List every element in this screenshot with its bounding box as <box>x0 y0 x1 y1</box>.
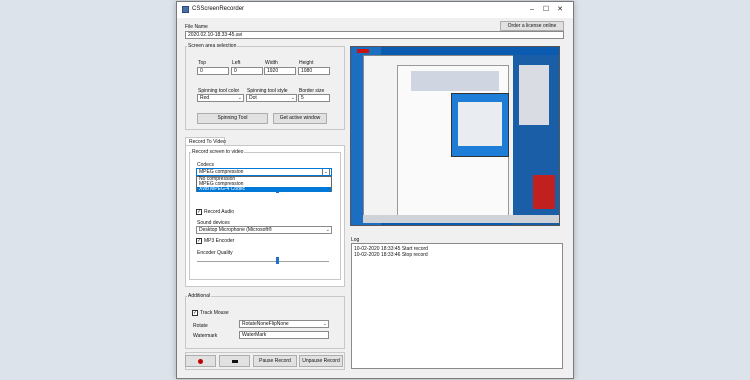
spinning-tool-label: Spinning Tool <box>217 115 248 121</box>
stop-icon <box>232 360 238 363</box>
screen-area-group-label: Screen area selection <box>187 43 238 49</box>
chevron-down-icon: ⌄ <box>322 321 327 327</box>
codec-selected-value: MPEG compression <box>199 169 244 175</box>
chevron-down-icon: ⌄ <box>237 95 242 101</box>
preview-right-area <box>513 55 559 225</box>
preview-toolbar <box>411 71 499 91</box>
chevron-down-icon[interactable]: ⌄ <box>321 169 330 175</box>
rotate-label: Rotate <box>193 323 208 329</box>
record-icon <box>198 359 203 364</box>
file-name-input[interactable]: 2020.02.10-18.33-45.avi <box>185 31 564 39</box>
top-label: Top <box>198 60 207 66</box>
sound-device-value: Desktop Microphone (Microsoft® <box>199 227 272 233</box>
minimize-button[interactable]: – <box>527 5 537 14</box>
width-label: Width <box>265 60 278 66</box>
preview-nested-window <box>458 102 502 146</box>
unpause-record-button[interactable]: Unpause Record <box>299 355 343 367</box>
log-textbox[interactable]: 10-02-2020 18:33:45 Start record 10-02-2… <box>351 243 563 369</box>
sound-devices-select[interactable]: Desktop Microphone (Microsoft® ⌄ <box>196 226 332 234</box>
encoder-quality-label: Encoder Quality <box>197 250 233 256</box>
track-mouse-checkbox[interactable]: ✓ <box>192 310 198 316</box>
screen-preview-image <box>350 46 560 226</box>
spin-style-select[interactable]: Dot ⌄ <box>246 94 297 102</box>
spinning-tool-button[interactable]: Spinning Tool <box>197 113 268 124</box>
encoder-quality-track <box>197 261 329 263</box>
encoder-quality-slider-thumb[interactable] <box>276 257 280 264</box>
left-label: Left <box>232 60 241 66</box>
window-title: CSScreenRecorder <box>192 6 245 12</box>
spin-color-select[interactable]: Red ⌄ <box>197 94 244 102</box>
top-input[interactable]: 0 <box>197 67 229 75</box>
stop-button[interactable] <box>219 355 250 367</box>
codecs-dropdown-list: No compression MPEG compression Xvid MPE… <box>196 176 332 192</box>
rotate-value: RotateNoneFlipNone <box>242 321 289 327</box>
get-active-window-button[interactable]: Get active window <box>273 113 327 124</box>
record-video-group-label: Record screen to video <box>191 149 245 155</box>
unpause-record-label: Unpause Record <box>302 358 340 364</box>
track-mouse-label: Track Mouse <box>200 310 229 316</box>
height-label: Height <box>299 60 314 66</box>
preview-nested-capture <box>451 93 509 157</box>
record-button[interactable] <box>185 355 216 367</box>
spin-color-value: Red <box>200 95 210 101</box>
chevron-down-icon: ⌄ <box>290 95 295 101</box>
codec-option-highlighted[interactable]: Xvid MPEG-4 Codec <box>197 187 331 192</box>
watermark-input[interactable]: WaterMark <box>239 331 329 339</box>
app-icon <box>182 6 189 13</box>
preview-top-bar <box>357 49 369 53</box>
preview-taskbar <box>363 215 559 223</box>
get-active-window-label: Get active window <box>279 115 321 121</box>
mp3-encoder-label: MP3 Encoder <box>204 238 235 244</box>
log-line: 10-02-2020 18:33:46 Stop record <box>354 252 428 258</box>
pause-record-button[interactable]: Pause Record <box>253 355 297 367</box>
additional-group-label: Additional <box>187 293 211 299</box>
mp3-encoder-checkbox[interactable]: ✓ <box>196 238 202 244</box>
file-name-label: File Name <box>185 24 208 30</box>
left-input[interactable]: 0 <box>231 67 263 75</box>
rotate-select[interactable]: RotateNoneFlipNone ⌄ <box>239 320 329 328</box>
chevron-down-icon: ⌄ <box>325 227 330 233</box>
spin-style-value: Dot <box>249 95 257 101</box>
watermark-label: Watermark <box>193 333 218 339</box>
order-license-label: Order a license online <box>507 23 557 29</box>
record-audio-label: Record Audio <box>204 209 235 215</box>
record-audio-checkbox[interactable]: ✓ <box>196 209 202 215</box>
pause-record-label: Pause Record <box>259 358 291 364</box>
codecs-select[interactable]: MPEG compression ⌄ <box>196 168 332 176</box>
height-input[interactable]: 1080 <box>298 67 330 75</box>
border-size-input[interactable]: 5 <box>298 94 330 102</box>
preview-side-window <box>519 65 549 125</box>
title-bar: CSScreenRecorder – ☐ ✕ <box>177 2 573 18</box>
preview-red-block <box>533 175 555 209</box>
width-input[interactable]: 1920 <box>264 67 296 75</box>
order-license-button[interactable]: Order a license online <box>500 21 564 31</box>
maximize-button[interactable]: ☐ <box>541 5 551 14</box>
close-button[interactable]: ✕ <box>555 5 565 14</box>
